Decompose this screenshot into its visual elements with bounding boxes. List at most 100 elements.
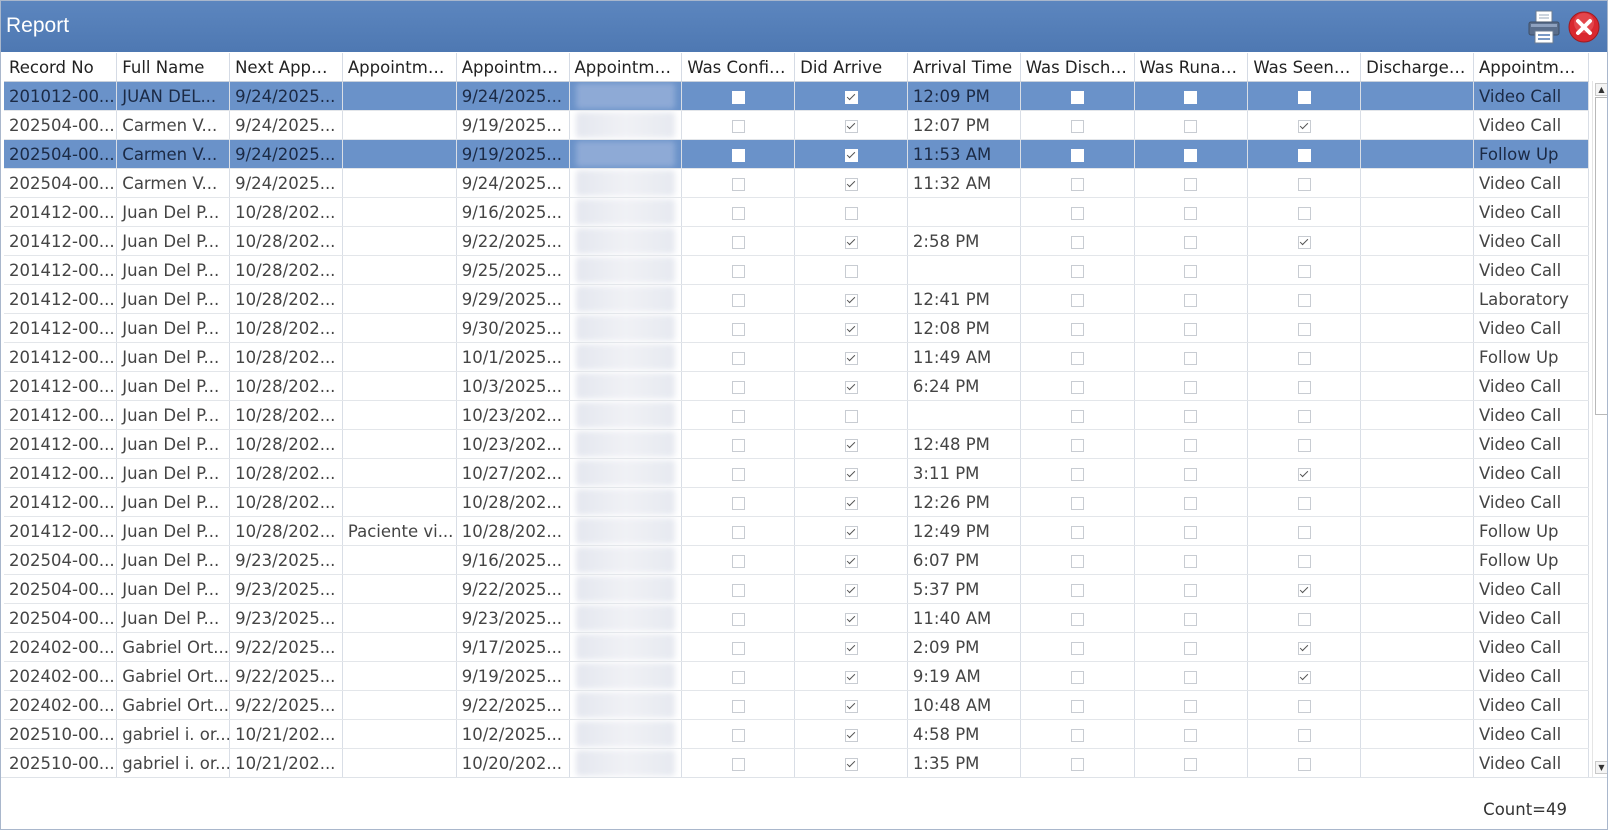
was-seen-by-checkbox[interactable] — [1297, 438, 1311, 452]
cell-record-no[interactable]: 201412-00... — [4, 284, 118, 314]
cell-appointment-date[interactable]: 9/22/2025... — [456, 690, 570, 720]
cell-appointment-type[interactable]: Video Call — [1473, 632, 1590, 662]
cell-appointment-date[interactable]: 10/27/202... — [456, 458, 570, 488]
cell-appointment-note[interactable] — [342, 110, 457, 140]
was-discharged-checkbox[interactable] — [1070, 351, 1084, 365]
cell-arrival-time[interactable]: 11:49 AM — [907, 342, 1021, 372]
cell-discharged-by[interactable] — [1360, 110, 1474, 140]
cell-full-name[interactable]: JUAN DEL... — [116, 81, 231, 111]
cell-full-name[interactable]: Juan Del P... — [116, 429, 231, 459]
was-runaway-checkbox[interactable] — [1184, 467, 1198, 481]
was-seen-by-checkbox[interactable] — [1297, 119, 1311, 133]
cell-arrival-time[interactable]: 2:58 PM — [907, 226, 1021, 256]
table-row[interactable]: 201412-00... Juan Del P... 10/28/202... 10/… — [4, 342, 1590, 372]
cell-arrival-time[interactable] — [907, 400, 1021, 430]
table-row[interactable]: 201012-00... JUAN DEL... 9/24/2025... 9/24/… — [4, 81, 1590, 111]
was-confirmed-checkbox[interactable] — [731, 206, 745, 220]
cell-arrival-time[interactable]: 10:48 AM — [907, 690, 1021, 720]
was-seen-by-checkbox[interactable] — [1297, 670, 1311, 684]
cell-full-name[interactable]: Juan Del P... — [116, 516, 231, 546]
was-runaway-checkbox[interactable] — [1184, 235, 1198, 249]
column-header-discharged-by[interactable]: Discharged... — [1360, 53, 1474, 82]
was-discharged-checkbox[interactable] — [1070, 177, 1084, 191]
was-seen-by-checkbox[interactable] — [1297, 612, 1311, 626]
was-runaway-checkbox[interactable] — [1184, 177, 1198, 191]
cell-record-no[interactable]: 201412-00... — [4, 429, 118, 459]
was-confirmed-checkbox[interactable] — [731, 728, 745, 742]
cell-appointment-note[interactable] — [342, 400, 457, 430]
table-row[interactable]: 202504-00... Carmen V... 9/24/2025... 9/19/… — [4, 110, 1590, 140]
cell-full-name[interactable]: Juan Del P... — [116, 197, 231, 227]
column-header-appointment-date[interactable]: Appointme... — [456, 53, 570, 82]
column-header-was-seen-by[interactable]: Was Seen B... — [1247, 53, 1362, 82]
cell-appointment-date[interactable]: 9/29/2025... — [456, 284, 570, 314]
was-confirmed-checkbox[interactable] — [731, 438, 745, 452]
was-confirmed-checkbox[interactable] — [731, 467, 745, 481]
column-header-was-runaway[interactable]: Was Runaw... — [1134, 53, 1249, 82]
was-seen-by-checkbox[interactable] — [1297, 641, 1311, 655]
was-seen-by-checkbox[interactable] — [1297, 380, 1311, 394]
cell-record-no[interactable]: 201412-00... — [4, 342, 118, 372]
cell-appointment-note[interactable] — [342, 168, 457, 198]
cell-appointment-type[interactable]: Video Call — [1473, 110, 1590, 140]
cell-record-no[interactable]: 201412-00... — [4, 197, 118, 227]
cell-full-name[interactable]: Juan Del P... — [116, 574, 231, 604]
column-header-was-confirmed[interactable]: Was Confir... — [681, 53, 796, 82]
was-seen-by-checkbox[interactable] — [1297, 699, 1311, 713]
cell-full-name[interactable]: Juan Del P... — [116, 458, 231, 488]
cell-arrival-time[interactable]: 6:07 PM — [907, 545, 1021, 575]
cell-appointment-type[interactable]: Video Call — [1473, 603, 1590, 633]
cell-appointment-date[interactable]: 9/19/2025... — [456, 139, 570, 169]
cell-appointment-type[interactable]: Video Call — [1473, 226, 1590, 256]
table-row[interactable]: 201412-00... Juan Del P... 10/28/202... 9/3… — [4, 313, 1590, 343]
cell-record-no[interactable]: 202504-00... — [4, 168, 118, 198]
cell-discharged-by[interactable] — [1360, 429, 1474, 459]
column-header-next-appointment[interactable]: Next Appoi... — [229, 53, 343, 82]
cell-discharged-by[interactable] — [1360, 574, 1474, 604]
cell-discharged-by[interactable] — [1360, 487, 1474, 517]
cell-appointment-date[interactable]: 9/19/2025... — [456, 661, 570, 691]
cell-discharged-by[interactable] — [1360, 690, 1474, 720]
was-discharged-checkbox[interactable] — [1070, 438, 1084, 452]
cell-full-name[interactable]: gabriel i. or... — [116, 748, 231, 777]
close-button[interactable] — [1567, 9, 1601, 45]
did-arrive-checkbox[interactable] — [844, 264, 858, 278]
cell-arrival-time[interactable]: 6:24 PM — [907, 371, 1021, 401]
was-runaway-checkbox[interactable] — [1184, 380, 1198, 394]
cell-full-name[interactable]: gabriel i. or... — [116, 719, 231, 749]
was-discharged-checkbox[interactable] — [1070, 583, 1084, 597]
column-header-appointment-note[interactable]: Appointme... — [342, 53, 457, 82]
did-arrive-checkbox[interactable] — [844, 699, 858, 713]
was-confirmed-checkbox[interactable] — [731, 409, 745, 423]
cell-appointment-note[interactable] — [342, 574, 457, 604]
was-discharged-checkbox[interactable] — [1070, 206, 1084, 220]
cell-full-name[interactable]: Juan Del P... — [116, 342, 231, 372]
cell-appointment-type[interactable]: Video Call — [1473, 81, 1590, 111]
cell-full-name[interactable]: Carmen V... — [116, 168, 231, 198]
cell-record-no[interactable]: 201412-00... — [4, 371, 118, 401]
cell-full-name[interactable]: Gabriel Ort... — [116, 690, 231, 720]
cell-arrival-time[interactable]: 11:53 AM — [907, 139, 1021, 169]
cell-appointment-type[interactable]: Video Call — [1473, 719, 1590, 749]
cell-appointment-note[interactable] — [342, 690, 457, 720]
table-row[interactable]: 202510-00... gabriel i. or... 10/21/202...… — [4, 719, 1590, 749]
cell-appointment-note[interactable] — [342, 603, 457, 633]
was-runaway-checkbox[interactable] — [1184, 206, 1198, 220]
cell-next-appointment[interactable]: 10/28/202... — [229, 516, 343, 546]
was-discharged-checkbox[interactable] — [1070, 90, 1084, 104]
was-discharged-checkbox[interactable] — [1070, 380, 1084, 394]
was-runaway-checkbox[interactable] — [1184, 554, 1198, 568]
cell-appointment-type[interactable]: Video Call — [1473, 429, 1590, 459]
cell-full-name[interactable]: Carmen V... — [116, 139, 231, 169]
was-runaway-checkbox[interactable] — [1184, 670, 1198, 684]
column-header-arrival-time[interactable]: Arrival Time — [907, 53, 1021, 82]
table-row[interactable]: 202504-00... Carmen V... 9/24/2025... 9/19/… — [4, 139, 1590, 169]
cell-full-name[interactable]: Juan Del P... — [116, 400, 231, 430]
was-discharged-checkbox[interactable] — [1070, 641, 1084, 655]
was-discharged-checkbox[interactable] — [1070, 670, 1084, 684]
cell-appointment-date[interactable]: 9/16/2025... — [456, 545, 570, 575]
was-runaway-checkbox[interactable] — [1184, 293, 1198, 307]
cell-appointment-type[interactable]: Video Call — [1473, 400, 1590, 430]
column-header-appointment-type[interactable]: Appointme... — [1473, 53, 1590, 82]
was-discharged-checkbox[interactable] — [1070, 554, 1084, 568]
